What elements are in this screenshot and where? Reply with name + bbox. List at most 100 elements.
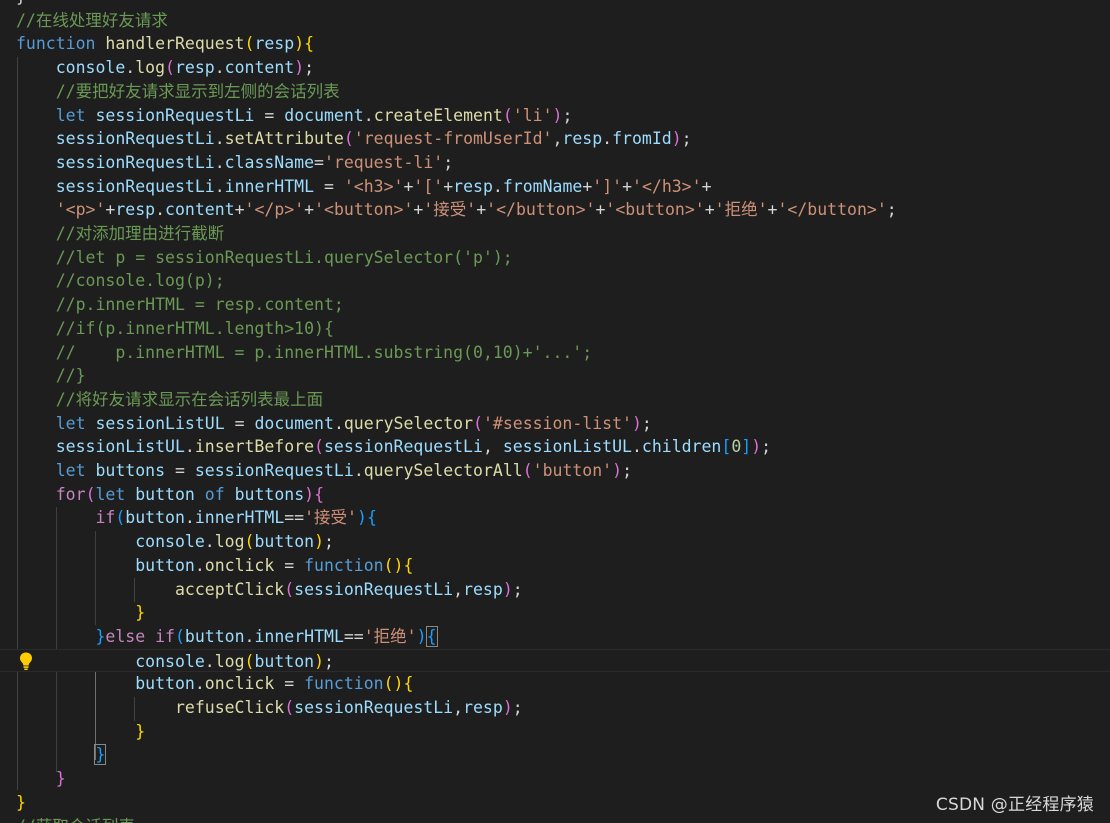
code-line[interactable]: sessionRequestLi.innerHTML = '<h3>'+'['+… (0, 175, 1110, 199)
code-token: resp (562, 129, 603, 149)
code-token: '拒绝' (363, 626, 417, 646)
code-line[interactable]: //对添加理由进行截断 (0, 222, 1110, 246)
code-line[interactable]: '<p>'+resp.content+'</p>'+'<button>'+'接受… (0, 198, 1110, 222)
code-line[interactable]: } (0, 601, 1110, 625)
code-line[interactable]: refuseClick(sessionRequestLi,resp); (0, 696, 1110, 720)
code-line[interactable]: function handlerRequest(resp){ (0, 32, 1110, 56)
code-line[interactable]: //要把好友请求显示到左侧的会话列表 (0, 80, 1110, 104)
code-token: ) (393, 674, 404, 694)
code-line[interactable]: } (0, 743, 1110, 767)
code-token: ) (393, 555, 404, 575)
code-line[interactable]: //p.innerHTML = resp.content; (0, 293, 1110, 317)
code-line[interactable]: // p.innerHTML = p.innerHTML.substring(0… (0, 341, 1110, 365)
code-line[interactable]: //} (0, 364, 1110, 388)
code-token: button (135, 484, 195, 504)
code-token: ( (383, 555, 394, 575)
code-token: if (155, 626, 175, 646)
code-line[interactable]: sessionRequestLi.setAttribute('request-f… (0, 127, 1110, 151)
code-token: '<h3>' (343, 176, 404, 196)
code-token: //在线处理好友请求 (16, 10, 168, 30)
code-token: querySelectorAll (363, 461, 523, 480)
code-token: //console.log(p); (55, 271, 225, 291)
code-line-content: let sessionRequestLi = document.createEl… (16, 104, 573, 128)
code-token: { (403, 555, 414, 575)
code-line[interactable]: //let p = sessionRequestLi.querySelector… (0, 246, 1110, 270)
code-line[interactable]: } (0, 720, 1110, 744)
code-line-content: acceptClick(sessionRequestLi,resp); (16, 578, 523, 602)
lightbulb-icon[interactable] (17, 651, 35, 671)
code-token: . (244, 626, 255, 646)
code-token: ( (85, 484, 96, 504)
code-token: . (214, 152, 225, 172)
code-line[interactable]: sessionRequestLi.className='request-li'; (0, 151, 1110, 175)
code-line[interactable]: //if(p.innerHTML.length>10){ (0, 317, 1110, 341)
code-line[interactable]: //console.log(p); (0, 269, 1110, 293)
code-line[interactable]: for(let button of buttons){ (0, 483, 1110, 507)
code-line[interactable]: }else if(button.innerHTML=='拒绝'){ (0, 625, 1110, 649)
code-token: button (184, 626, 245, 646)
code-token: 'button' (532, 461, 613, 480)
code-token: innerHTML (224, 176, 315, 196)
code-line[interactable]: //获取会话列表 (0, 815, 1110, 823)
code-token: children (641, 437, 722, 457)
code-token: sessionRequestLi (294, 579, 454, 599)
code-token: resp (115, 200, 156, 220)
code-line-content: //在线处理好友请求 (16, 9, 168, 33)
code-token: ; (562, 105, 573, 125)
code-line[interactable]: } (0, 767, 1110, 791)
code-line-content: //要把好友请求显示到左侧的会话列表 (16, 80, 340, 104)
code-line-content: }else if(button.innerHTML=='拒绝'){ (16, 625, 438, 649)
code-token: //对添加理由进行截断 (55, 224, 225, 243)
code-token: . (204, 651, 215, 671)
code-token: refuseClick (174, 698, 285, 717)
code-token: else (105, 626, 146, 646)
code-line[interactable]: console.log(button); (0, 648, 1110, 673)
code-token: . (204, 532, 215, 552)
code-line[interactable]: console.log(resp.content); (0, 56, 1110, 80)
code-line[interactable]: sessionListUL.insertBefore(sessionReques… (0, 435, 1110, 459)
code-line[interactable]: let buttons = sessionRequestLi.querySele… (0, 459, 1110, 483)
code-token: sessionListUL (95, 413, 225, 433)
code-token: ) (552, 105, 563, 125)
code-line[interactable]: let sessionListUL = document.querySelect… (0, 412, 1110, 436)
code-token: ] (741, 437, 752, 457)
code-line[interactable]: if(button.innerHTML=='接受'){ (0, 506, 1110, 530)
code-token: } (95, 626, 106, 646)
code-token: { (403, 674, 414, 694)
code-token: let (95, 484, 126, 504)
code-token: 'request-li' (323, 152, 444, 172)
code-line[interactable]: button.onclick = function(){ (0, 672, 1110, 696)
code-line[interactable]: //将好友请求显示在会话列表最上面 (0, 388, 1110, 412)
code-token: ( (244, 651, 255, 671)
code-token: className (224, 152, 315, 172)
code-token: + (105, 200, 116, 220)
code-line[interactable]: console.log(button); (0, 530, 1110, 554)
code-token: ( (502, 105, 513, 125)
code-token: ) (612, 461, 623, 480)
code-line[interactable]: acceptClick(sessionRequestLi,resp); (0, 578, 1110, 602)
code-line[interactable]: button.onclick = function(){ (0, 554, 1110, 578)
code-token: } (135, 721, 146, 741)
code-token: onclick (204, 555, 275, 575)
code-token: of (204, 484, 225, 504)
code-token: [ (721, 437, 732, 457)
code-line[interactable]: } (0, 0, 1110, 9)
code-line[interactable]: //在线处理好友请求 (0, 9, 1110, 33)
code-token: , (453, 698, 464, 717)
code-editor[interactable]: }//在线处理好友请求function handlerRequest(resp)… (0, 0, 1110, 823)
code-line[interactable]: let sessionRequestLi = document.createEl… (0, 104, 1110, 128)
code-token: ) (671, 129, 682, 149)
code-token: . (214, 129, 225, 149)
code-token: handlerRequest (105, 34, 245, 54)
code-token: querySelector (343, 413, 474, 433)
